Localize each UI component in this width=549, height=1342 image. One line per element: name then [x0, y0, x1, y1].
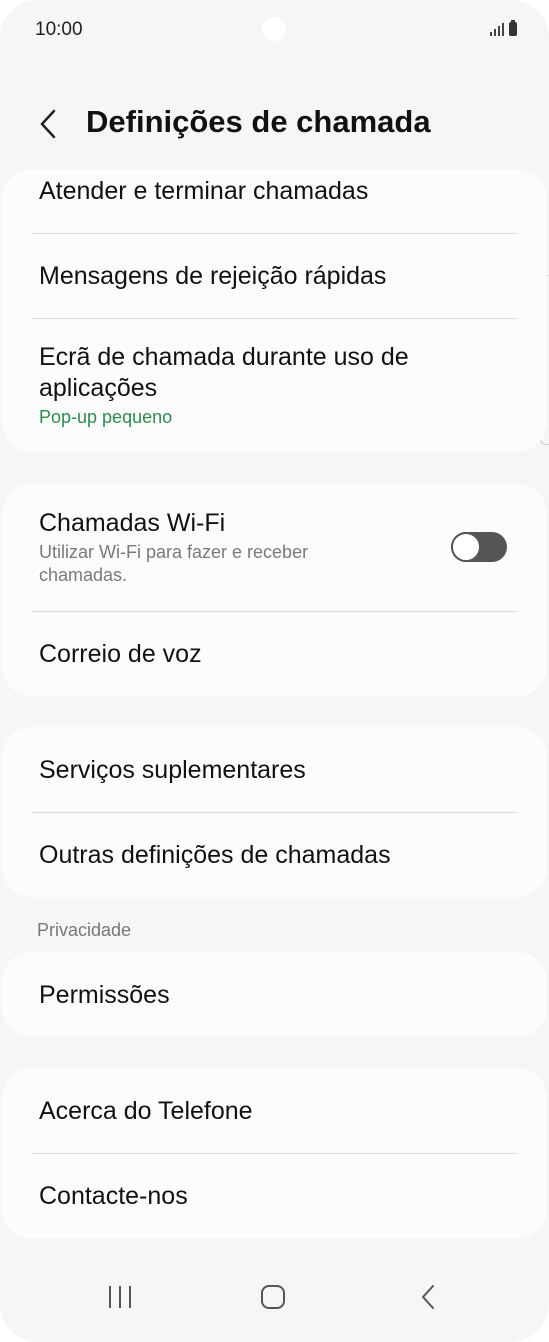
- status-time: 10:00: [35, 19, 83, 40]
- battery-icon: [509, 20, 517, 36]
- home-button[interactable]: [243, 1272, 303, 1322]
- setting-title: Chamadas Wi-Fi: [39, 509, 226, 537]
- setting-title: Contacte-nos: [39, 1182, 188, 1210]
- setting-quick-decline-messages[interactable]: Mensagens de rejeição rápidas: [39, 261, 517, 292]
- setting-title: Outras definições de chamadas: [39, 841, 391, 869]
- setting-value: Pop-up pequeno: [39, 407, 173, 427]
- setting-title: Acerca do Telefone: [39, 1097, 253, 1125]
- card-call-options: Atender e terminar chamadas Mensagens de…: [2, 170, 547, 452]
- setting-title: Correio de voz: [39, 640, 202, 668]
- home-icon: [261, 1285, 285, 1309]
- setting-subtitle-line2: chamadas.: [39, 565, 128, 585]
- status-icons: [490, 20, 517, 36]
- setting-contact-us[interactable]: Contacte-nos: [39, 1181, 517, 1212]
- setting-title: Permissões: [39, 981, 170, 1009]
- setting-title-line1: Ecrã de chamada durante uso de: [39, 343, 409, 371]
- setting-wifi-calling[interactable]: Chamadas Wi-Fi Utilizar Wi-Fi para fazer…: [39, 508, 517, 587]
- setting-supplementary-services[interactable]: Serviços suplementares: [39, 755, 517, 786]
- setting-title: Atender e terminar chamadas: [39, 177, 369, 205]
- back-icon: [422, 1285, 434, 1309]
- setting-voicemail[interactable]: Correio de voz: [39, 639, 517, 670]
- setting-title-line2: aplicações: [39, 374, 158, 402]
- back-button[interactable]: [28, 100, 68, 148]
- setting-subtitle-line1: Utilizar Wi-Fi para fazer e receber: [39, 542, 309, 562]
- status-bar: 10:00: [0, 0, 549, 60]
- page-title: Definições de chamada: [86, 104, 431, 139]
- recents-icon: [109, 1286, 131, 1308]
- chevron-left-icon: [40, 109, 56, 139]
- card-supplementary: Serviços suplementares Outras definições…: [2, 727, 547, 897]
- setting-permissions[interactable]: Permissões: [39, 980, 517, 1011]
- divider: [32, 812, 517, 813]
- phone-screen: 10:00 Definições de chamada Atender e te…: [0, 0, 549, 1342]
- divider: [32, 611, 517, 612]
- navigation-bar: [0, 1252, 549, 1342]
- setting-about-phone[interactable]: Acerca do Telefone: [39, 1096, 517, 1127]
- setting-other-call-settings[interactable]: Outras definições de chamadas: [39, 840, 517, 871]
- setting-title: Mensagens de rejeição rápidas: [39, 262, 387, 290]
- signal-icon: [490, 22, 504, 36]
- toggle-knob: [451, 532, 481, 562]
- setting-answer-end-calls[interactable]: Atender e terminar chamadas: [39, 176, 517, 207]
- card-about: Acerca do Telefone Contacte-nos: [2, 1068, 547, 1238]
- setting-title: Serviços suplementares: [39, 756, 306, 784]
- wifi-calling-toggle[interactable]: [451, 532, 507, 562]
- divider: [32, 318, 517, 319]
- card-privacy: Permissões: [2, 952, 547, 1037]
- back-nav-button[interactable]: [398, 1272, 458, 1322]
- app-header: Definições de chamada: [0, 96, 549, 152]
- setting-call-display-during-apps[interactable]: Ecrã de chamada durante uso de aplicaçõe…: [39, 342, 517, 429]
- divider: [32, 233, 517, 234]
- section-label-privacy: Privacidade: [37, 920, 132, 940]
- recents-button[interactable]: [90, 1272, 150, 1322]
- divider: [32, 1153, 517, 1154]
- card-wifi-voicemail: Chamadas Wi-Fi Utilizar Wi-Fi para fazer…: [2, 484, 547, 696]
- camera-cutout: [262, 17, 286, 41]
